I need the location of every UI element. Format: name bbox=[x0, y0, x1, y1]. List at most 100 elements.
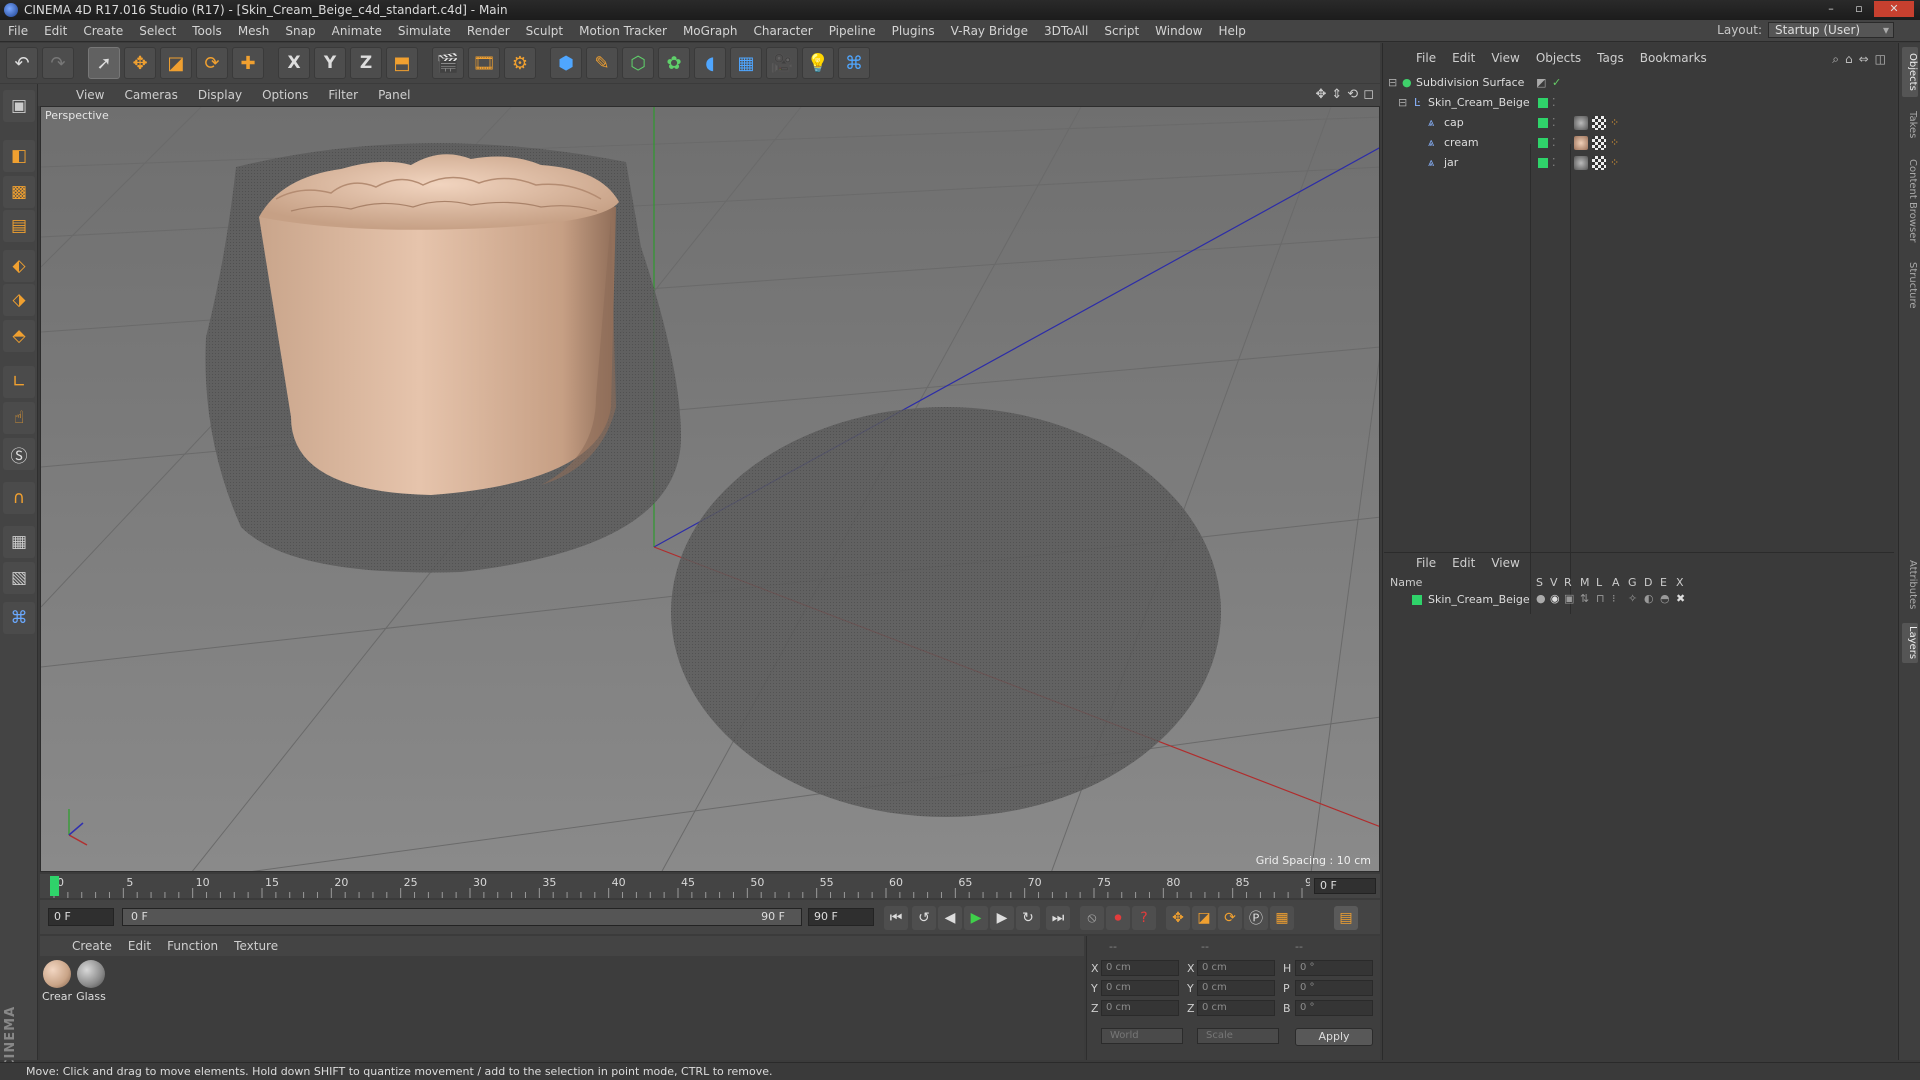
layer-menu-file[interactable]: File bbox=[1408, 556, 1444, 570]
new-panel-icon[interactable]: ◫ bbox=[1875, 52, 1886, 67]
texture-tag-icon[interactable] bbox=[1592, 136, 1606, 150]
layer-animation-icon[interactable]: ⁝ bbox=[1612, 592, 1616, 605]
layer-color-swatch[interactable] bbox=[1538, 138, 1548, 148]
layer-render-icon[interactable]: ▣ bbox=[1564, 592, 1574, 605]
keyframe-selection-icon[interactable]: ? bbox=[1132, 906, 1156, 930]
menu-script[interactable]: Script bbox=[1096, 24, 1147, 38]
menu-plugins[interactable]: Plugins bbox=[884, 24, 943, 38]
layer-color-swatch[interactable] bbox=[1538, 98, 1548, 108]
link-icon[interactable]: ⇔ bbox=[1859, 52, 1869, 67]
rotation-h-field[interactable]: 0 ° bbox=[1295, 960, 1373, 976]
make-editable-icon[interactable]: ▣ bbox=[3, 90, 35, 122]
record-keys-icon[interactable]: ⦸ bbox=[1080, 906, 1104, 930]
position-y-field[interactable]: 0 cm bbox=[1101, 980, 1179, 996]
layer-expressions-icon[interactable]: ◓ bbox=[1660, 592, 1670, 605]
object-row[interactable]: ⩓ cap ⁚ ⁘ bbox=[1384, 114, 1894, 132]
coordinate-system-icon[interactable]: ⬒ bbox=[386, 47, 418, 79]
size-z-field[interactable]: 0 cm bbox=[1197, 1000, 1275, 1016]
menu-character[interactable]: Character bbox=[745, 24, 820, 38]
scale-tool-icon[interactable]: ◪ bbox=[160, 47, 192, 79]
key-pla-icon[interactable]: ▦ bbox=[1270, 906, 1294, 930]
layer-deformers-icon[interactable]: ◐ bbox=[1644, 592, 1654, 605]
material-tag-icon[interactable] bbox=[1574, 136, 1588, 150]
material-tag-icon[interactable] bbox=[1574, 156, 1588, 170]
object-menu-view[interactable]: View bbox=[1483, 51, 1527, 65]
menu-motion-tracker[interactable]: Motion Tracker bbox=[571, 24, 675, 38]
menu-pipeline[interactable]: Pipeline bbox=[821, 24, 884, 38]
layer-color-swatch[interactable] bbox=[1412, 595, 1422, 605]
object-menu-file[interactable]: File bbox=[1408, 51, 1444, 65]
layout-dropdown[interactable]: Startup (User) bbox=[1768, 22, 1894, 38]
polygons-mode-icon[interactable]: ⬘ bbox=[3, 320, 35, 352]
viewport-menu-cameras[interactable]: Cameras bbox=[114, 88, 187, 102]
workplane-lock-icon[interactable]: ▦ bbox=[3, 526, 35, 558]
subdivision-surface-icon[interactable]: ⬡ bbox=[622, 47, 654, 79]
model-mode-icon[interactable]: ◧ bbox=[3, 140, 35, 172]
rotation-b-field[interactable]: 0 ° bbox=[1295, 1000, 1373, 1016]
visibility-dots-icon[interactable]: ⁚ bbox=[1552, 154, 1556, 172]
prev-frame-icon[interactable]: ◀ bbox=[938, 906, 962, 930]
visibility-dots-icon[interactable]: ⁚ bbox=[1552, 94, 1556, 112]
viewport-menu-options[interactable]: Options bbox=[252, 88, 318, 102]
prev-key-icon[interactable]: ↺ bbox=[912, 906, 936, 930]
timeline-ruler[interactable]: 051015202530354045505560657075808590 0 F bbox=[40, 874, 1380, 898]
object-menu-objects[interactable]: Objects bbox=[1528, 51, 1589, 65]
render-settings-icon[interactable]: ⚙ bbox=[504, 47, 536, 79]
menu-window[interactable]: Window bbox=[1147, 24, 1210, 38]
pan-icon[interactable]: ✥ bbox=[1315, 87, 1326, 102]
menu-create[interactable]: Create bbox=[75, 24, 131, 38]
edges-mode-icon[interactable]: ⬗ bbox=[3, 284, 35, 316]
scale-mode-dropdown[interactable]: Scale bbox=[1197, 1028, 1279, 1044]
phong-tag-icon[interactable]: ⁘ bbox=[1610, 154, 1619, 172]
snap-icon[interactable]: Ⓢ bbox=[3, 438, 35, 470]
layer-solo-icon[interactable]: ● bbox=[1536, 592, 1546, 605]
minimize-button[interactable]: – bbox=[1818, 1, 1844, 17]
floor-icon[interactable]: ▦ bbox=[730, 47, 762, 79]
axis-mode-icon[interactable]: ∟ bbox=[3, 366, 35, 398]
layer-menu-edit[interactable]: Edit bbox=[1444, 556, 1483, 570]
magnet-icon[interactable]: ∩ bbox=[3, 482, 35, 514]
texture-mode-icon[interactable]: ▩ bbox=[3, 176, 35, 208]
coordinate-mode-dropdown[interactable]: World bbox=[1101, 1028, 1183, 1044]
menu-mesh[interactable]: Mesh bbox=[230, 24, 278, 38]
tab-structure[interactable]: Structure bbox=[1902, 255, 1918, 315]
phong-tag-icon[interactable]: ⁘ bbox=[1610, 134, 1619, 152]
orbit-icon[interactable]: ⟲ bbox=[1347, 87, 1358, 102]
viewport-menu-filter[interactable]: Filter bbox=[318, 88, 368, 102]
layer-lock-icon[interactable]: ⊓ bbox=[1596, 592, 1605, 605]
z-axis-lock-button[interactable]: Z bbox=[350, 47, 382, 79]
deformer-icon[interactable]: ◖ bbox=[694, 47, 726, 79]
object-menu-edit[interactable]: Edit bbox=[1444, 51, 1483, 65]
material-menu-create[interactable]: Create bbox=[64, 939, 120, 953]
layer-color-swatch[interactable] bbox=[1538, 118, 1548, 128]
menu-file[interactable]: File bbox=[0, 24, 36, 38]
maximize-view-icon[interactable]: ◻ bbox=[1363, 87, 1374, 102]
phong-tag-icon[interactable]: ⁘ bbox=[1610, 114, 1619, 132]
viewport-menu-panel[interactable]: Panel bbox=[368, 88, 420, 102]
rotation-p-field[interactable]: 0 ° bbox=[1295, 980, 1373, 996]
visibility-dots-icon[interactable]: ⁚ bbox=[1552, 134, 1556, 152]
points-mode-icon[interactable]: ⬖ bbox=[3, 250, 35, 282]
position-x-field[interactable]: 0 cm bbox=[1101, 960, 1179, 976]
key-parameter-icon[interactable]: Ⓟ bbox=[1244, 906, 1268, 930]
layer-menu-view[interactable]: View bbox=[1483, 556, 1527, 570]
texture-tag-icon[interactable] bbox=[1592, 156, 1606, 170]
undo-icon[interactable]: ↶ bbox=[6, 47, 38, 79]
y-axis-lock-button[interactable]: Y bbox=[314, 47, 346, 79]
size-y-field[interactable]: 0 cm bbox=[1197, 980, 1275, 996]
play-icon[interactable]: ▶ bbox=[964, 906, 988, 930]
python-icon[interactable]: ⌘ bbox=[838, 47, 870, 79]
close-button[interactable]: ✕ bbox=[1874, 1, 1914, 17]
next-frame-icon[interactable]: ▶ bbox=[990, 906, 1014, 930]
layer-color-swatch[interactable] bbox=[1538, 158, 1548, 168]
position-z-field[interactable]: 0 cm bbox=[1101, 1000, 1179, 1016]
current-frame-field[interactable]: 0 F bbox=[1314, 878, 1376, 894]
cloner-icon[interactable]: ✿ bbox=[658, 47, 690, 79]
menu-edit[interactable]: Edit bbox=[36, 24, 75, 38]
menu-snap[interactable]: Snap bbox=[277, 24, 323, 38]
light-icon[interactable]: 💡 bbox=[802, 47, 834, 79]
workplane-snap-icon[interactable]: ▧ bbox=[3, 562, 35, 594]
layer-generators-icon[interactable]: ✧ bbox=[1628, 592, 1637, 605]
menu-animate[interactable]: Animate bbox=[324, 24, 390, 38]
spline-pen-icon[interactable]: ✎ bbox=[586, 47, 618, 79]
